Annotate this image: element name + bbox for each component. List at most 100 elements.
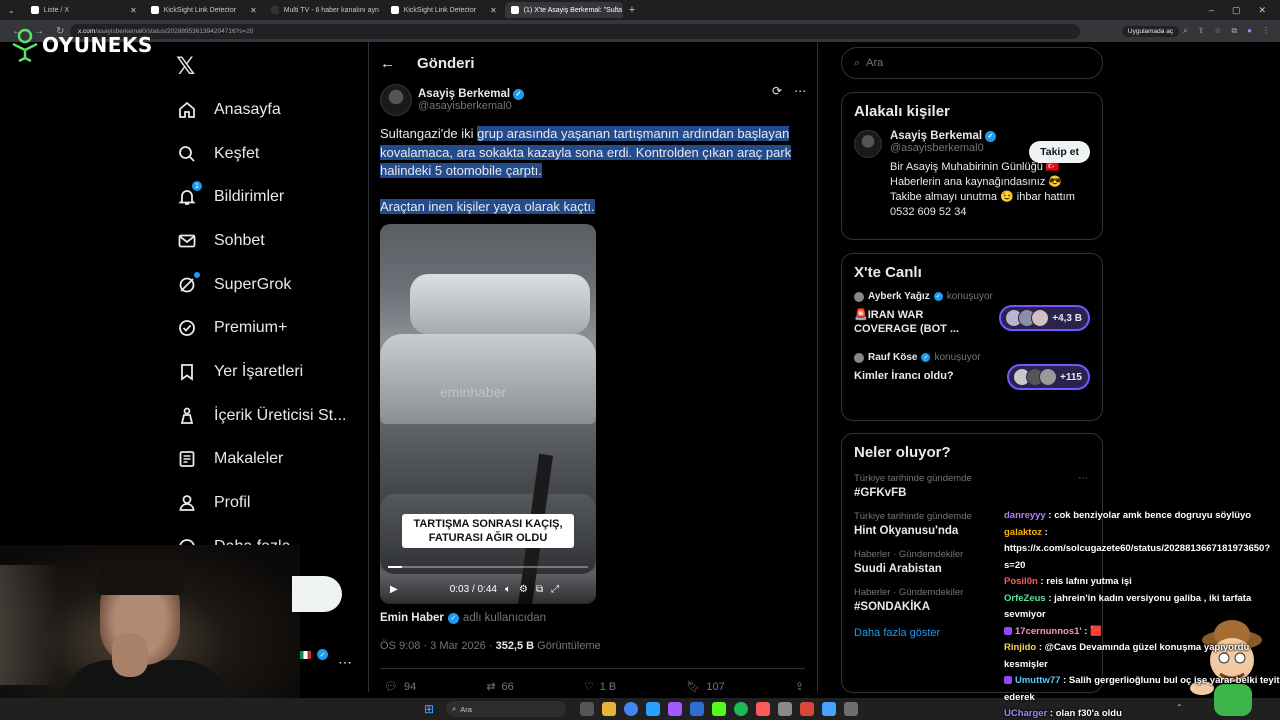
- app-icon[interactable]: [756, 702, 770, 716]
- left-nav: Anasayfa Keşfet 1 Bildirimler Sohbet Sup…: [176, 88, 346, 569]
- follow-button[interactable]: Takip et: [1029, 141, 1090, 163]
- taskbar-search[interactable]: ⌕ Ara: [446, 701, 566, 717]
- app-icon[interactable]: [712, 702, 726, 716]
- new-tab-icon[interactable]: +: [629, 4, 635, 16]
- windows-start-icon[interactable]: ⊞: [424, 702, 434, 716]
- url-field[interactable]: x.com/asayisberkemal0/status/20288953613…: [70, 23, 1080, 39]
- avatar[interactable]: [854, 130, 882, 158]
- explorer-icon[interactable]: [602, 702, 616, 716]
- trend-item[interactable]: Türkiye tarihinde gündemde #GFKvFB ⋯: [854, 473, 1090, 499]
- browser-tab[interactable]: KickSight Link Detector ✕: [385, 2, 503, 18]
- chat-username[interactable]: UCharger: [1004, 708, 1047, 719]
- grok-explain-icon[interactable]: ⟳: [772, 84, 782, 98]
- search-input[interactable]: ⌕ Ara: [841, 47, 1103, 79]
- listeners-pill[interactable]: +4,3 B: [999, 305, 1090, 331]
- zoom-icon[interactable]: ⌕: [1183, 26, 1187, 36]
- share-button[interactable]: ⇪: [795, 680, 804, 693]
- nav-item-notifications[interactable]: 1 Bildirimler: [176, 175, 346, 219]
- fullscreen-icon[interactable]: ⤢: [551, 584, 559, 595]
- app-icon[interactable]: [668, 702, 682, 716]
- browser-tab[interactable]: Liste / X ✕: [25, 2, 143, 18]
- tab-menu-icon[interactable]: ⌄: [0, 6, 23, 15]
- post-views: 352,5 B: [495, 640, 535, 652]
- close-tab-icon[interactable]: ✕: [250, 6, 257, 15]
- post-button-partial[interactable]: [292, 576, 342, 612]
- close-tab-icon[interactable]: ✕: [130, 6, 137, 15]
- search-icon: [176, 143, 198, 165]
- post-author[interactable]: Asayiş Berkemal ✓ @asayisberkemal0: [380, 84, 525, 116]
- source-name[interactable]: Emin Haber: [380, 612, 444, 624]
- app-icon[interactable]: [778, 702, 792, 716]
- minimize-icon[interactable]: –: [1209, 5, 1214, 16]
- more-dots-icon[interactable]: ⋯: [338, 654, 352, 671]
- profile-icon[interactable]: ●: [1247, 26, 1252, 36]
- more-options-icon[interactable]: ⋯: [1078, 473, 1088, 484]
- back-arrow-icon[interactable]: ←: [380, 55, 395, 72]
- author-handle[interactable]: @asayisberkemal0: [418, 100, 524, 112]
- close-tab-icon[interactable]: ✕: [490, 6, 497, 15]
- post-date[interactable]: 3 Mar 2026: [430, 640, 486, 652]
- volume-icon[interactable]: 🔈︎: [505, 584, 511, 595]
- nav-item-chat[interactable]: Sohbet: [176, 219, 346, 263]
- video-progress-bar[interactable]: [388, 566, 588, 568]
- chat-username[interactable]: galaktoz: [1004, 527, 1042, 538]
- more-options-icon[interactable]: ⋯: [794, 84, 806, 98]
- nav-item-bookmarks[interactable]: Yer İşaretleri: [176, 350, 346, 394]
- x-logo-icon[interactable]: 𝕏: [176, 52, 195, 80]
- nav-item-creator-studio[interactable]: İçerik Üreticisi St...: [176, 394, 346, 438]
- chat-username[interactable]: danreyyy: [1004, 510, 1046, 521]
- browser-tab[interactable]: KickSight Link Detector ✕: [145, 2, 263, 18]
- tv-favicon-icon: [270, 6, 279, 14]
- chat-username[interactable]: Rinjido: [1004, 642, 1036, 653]
- listeners-pill[interactable]: +115: [1007, 364, 1090, 390]
- chat-username[interactable]: OrfeZeus: [1004, 593, 1046, 604]
- share-icon[interactable]: ⇪: [1198, 26, 1205, 36]
- nav-item-articles[interactable]: Makaleler: [176, 438, 346, 482]
- nav-item-explore[interactable]: Keşfet: [176, 132, 346, 176]
- app-icon[interactable]: [690, 702, 704, 716]
- author-name[interactable]: Asayiş Berkemal ✓: [418, 88, 525, 100]
- browser-tab-active[interactable]: (1) X'te Asayiş Berkemal: "Sulta✕: [504, 2, 623, 18]
- subscriber-badge-icon: [1004, 676, 1012, 684]
- bookmark-icon: 🔖︎: [686, 681, 701, 693]
- maximize-icon[interactable]: ▢: [1232, 5, 1241, 16]
- app-icon[interactable]: [800, 702, 814, 716]
- post-time[interactable]: ÖS 9:08: [380, 640, 420, 652]
- avatar: [1039, 368, 1058, 386]
- app-icon[interactable]: [646, 702, 660, 716]
- open-in-app-button[interactable]: Uygulamada aç: [1121, 25, 1180, 37]
- task-view-icon[interactable]: [580, 702, 594, 716]
- close-window-icon[interactable]: ✕: [1258, 5, 1266, 16]
- pip-icon[interactable]: ⧉: [536, 584, 543, 595]
- video-caption: TARTIŞMA SONRASI KAÇIŞ, FATURASI AĞIR OL…: [402, 514, 574, 548]
- nav-item-supergrok[interactable]: SuperGrok: [176, 263, 346, 307]
- live-space[interactable]: Rauf Köse ✓ konuşuyor Kimler İrancı oldu? …: [854, 352, 1090, 390]
- nav-item-premium[interactable]: Premium+: [176, 306, 346, 350]
- chat-username[interactable]: 17cernunnos1': [1015, 626, 1082, 637]
- menu-icon[interactable]: ⋮: [1262, 26, 1270, 36]
- play-icon[interactable]: ▶: [390, 584, 398, 595]
- app-icon[interactable]: [844, 702, 858, 716]
- avatar[interactable]: [380, 84, 412, 116]
- mail-icon: [176, 230, 198, 252]
- reply-button[interactable]: 💬︎ 94: [384, 680, 416, 694]
- nav-item-home[interactable]: Anasayfa: [176, 88, 346, 132]
- like-button[interactable]: ♡ 1 B: [584, 680, 616, 694]
- video-player[interactable]: eminhaber TARTIŞMA SONRASI KAÇIŞ, FATURA…: [380, 224, 596, 604]
- extensions-icon[interactable]: ⧉: [1231, 26, 1237, 36]
- chrome-icon[interactable]: [624, 702, 638, 716]
- star-icon[interactable]: ☆: [1214, 26, 1221, 36]
- chat-username[interactable]: Posil0n: [1004, 576, 1038, 587]
- app-icon[interactable]: [822, 702, 836, 716]
- live-space[interactable]: Ayberk Yağız ✓ konuşuyor 🚨IRAN WAR COVERAG…: [854, 291, 1090, 336]
- repost-icon: ⇄: [486, 681, 496, 693]
- account-switcher-partial[interactable]: ✓: [300, 649, 328, 660]
- spotify-icon[interactable]: [734, 702, 748, 716]
- settings-icon[interactable]: ⚙︎: [519, 584, 528, 595]
- nav-item-profile[interactable]: Profil: [176, 481, 346, 525]
- browser-tab[interactable]: Multi TV - 6 haber kanalını ayn✕: [265, 2, 383, 18]
- chat-username[interactable]: Umuttw77: [1015, 675, 1060, 686]
- taskbar-apps: [580, 702, 858, 716]
- bookmark-button[interactable]: 🔖︎ 107: [686, 680, 724, 694]
- repost-button[interactable]: ⇄ 66: [486, 680, 513, 694]
